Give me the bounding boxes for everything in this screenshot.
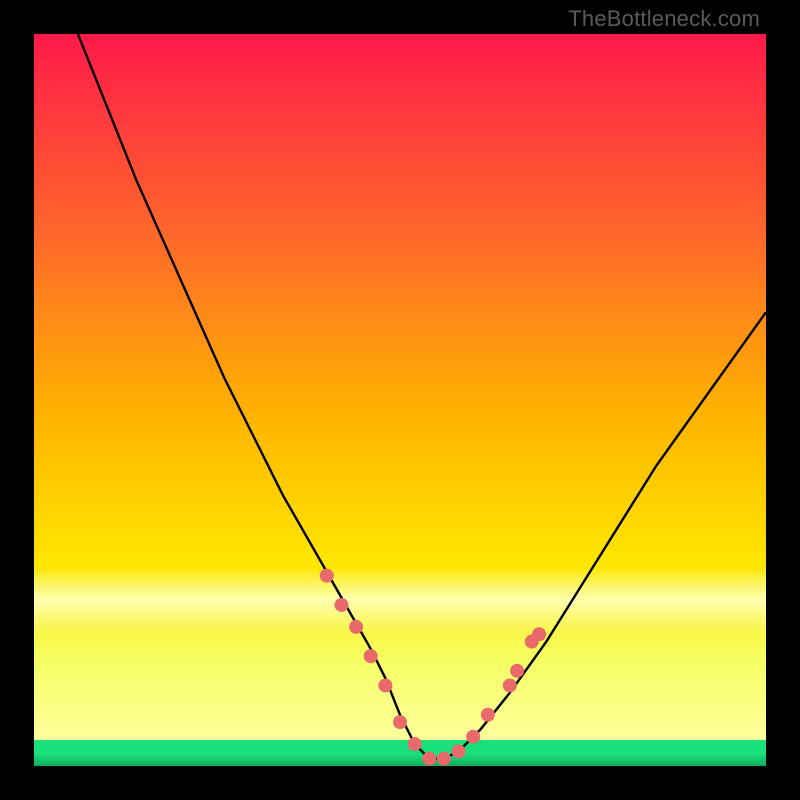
marker-dot <box>408 737 422 751</box>
marker-dot <box>334 598 348 612</box>
marker-dot <box>452 744 466 758</box>
curve-path <box>78 34 766 759</box>
marker-dot <box>422 752 436 766</box>
marker-dot <box>481 708 495 722</box>
marker-dot <box>532 627 546 641</box>
bottleneck-curve <box>34 34 766 766</box>
marker-dot <box>378 678 392 692</box>
marker-dot <box>320 569 334 583</box>
marker-dot <box>466 730 480 744</box>
chart-frame: TheBottleneck.com <box>0 0 800 800</box>
marker-dot <box>393 715 407 729</box>
marker-dot <box>364 649 378 663</box>
plot-area <box>34 34 766 766</box>
marker-dot <box>437 752 451 766</box>
marker-dot <box>510 664 524 678</box>
marker-dot <box>503 678 517 692</box>
attribution-text: TheBottleneck.com <box>568 6 760 32</box>
marker-dot <box>349 620 363 634</box>
